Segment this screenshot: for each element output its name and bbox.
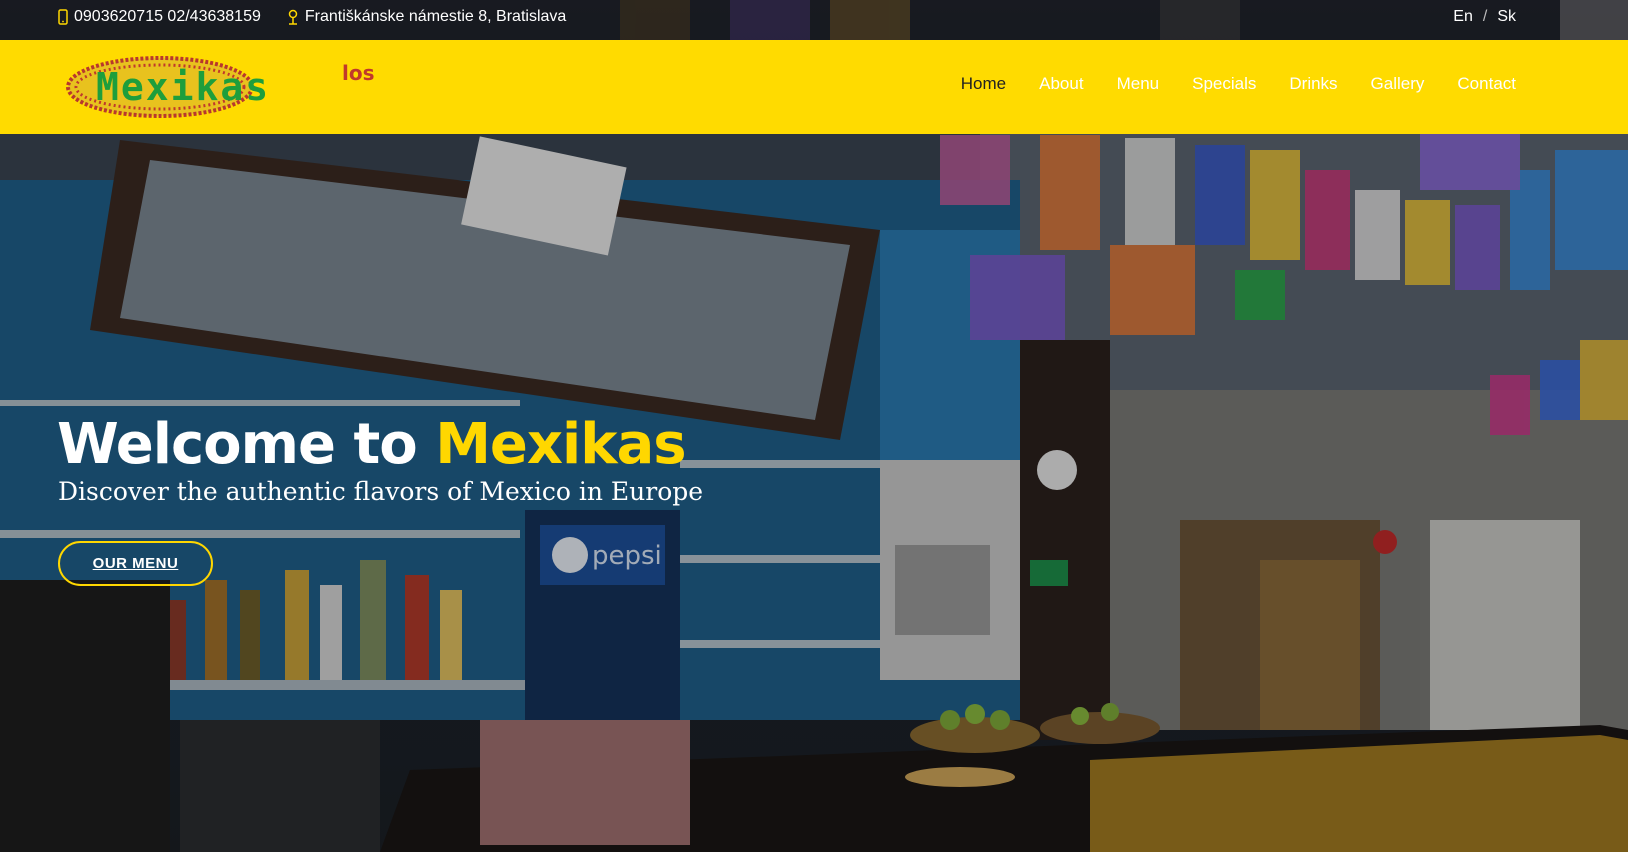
address-text: Františkánske námestie 8, Bratislava [304, 8, 567, 25]
phone-info[interactable]: 0903620715 02/43638159 [58, 8, 261, 26]
hero-title: Welcome to Mexikas [57, 412, 687, 477]
mobile-phone-icon [58, 9, 68, 25]
logo-small-text: los [342, 61, 375, 85]
logo-main-text: Mexikas [96, 65, 270, 109]
top-info-bar: 0903620715 02/43638159 Františkánske nám… [0, 0, 1628, 40]
nav-specials[interactable]: Specials [1192, 74, 1256, 94]
nav-about[interactable]: About [1039, 74, 1083, 94]
nav-menu[interactable]: Menu [1117, 74, 1160, 94]
main-header: los Mexikas Home About Menu Specials Dri… [0, 40, 1628, 134]
our-menu-button[interactable]: OUR MENU [58, 541, 213, 586]
language-switcher: En / Sk [1453, 8, 1516, 26]
hero-title-brand: Mexikas [435, 412, 686, 477]
contact-info: 0903620715 02/43638159 Františkánske nám… [58, 8, 592, 26]
lang-sk-link[interactable]: Sk [1497, 8, 1516, 26]
hero-subtitle: Discover the authentic flavors of Mexico… [58, 477, 704, 506]
phone-numbers: 0903620715 02/43638159 [74, 8, 261, 25]
nav-contact[interactable]: Contact [1457, 74, 1516, 94]
address-info: Františkánske námestie 8, Bratislava [287, 8, 566, 26]
nav-gallery[interactable]: Gallery [1371, 74, 1425, 94]
map-marker-icon [287, 9, 299, 25]
lang-separator: / [1482, 8, 1488, 25]
hero-title-prefix: Welcome to [57, 412, 436, 477]
nav-drinks[interactable]: Drinks [1289, 74, 1337, 94]
lang-en-link[interactable]: En [1453, 8, 1473, 26]
nav-home[interactable]: Home [961, 74, 1006, 94]
main-navigation: Home About Menu Specials Drinks Gallery … [928, 74, 1516, 94]
site-logo[interactable]: los Mexikas [66, 54, 376, 120]
